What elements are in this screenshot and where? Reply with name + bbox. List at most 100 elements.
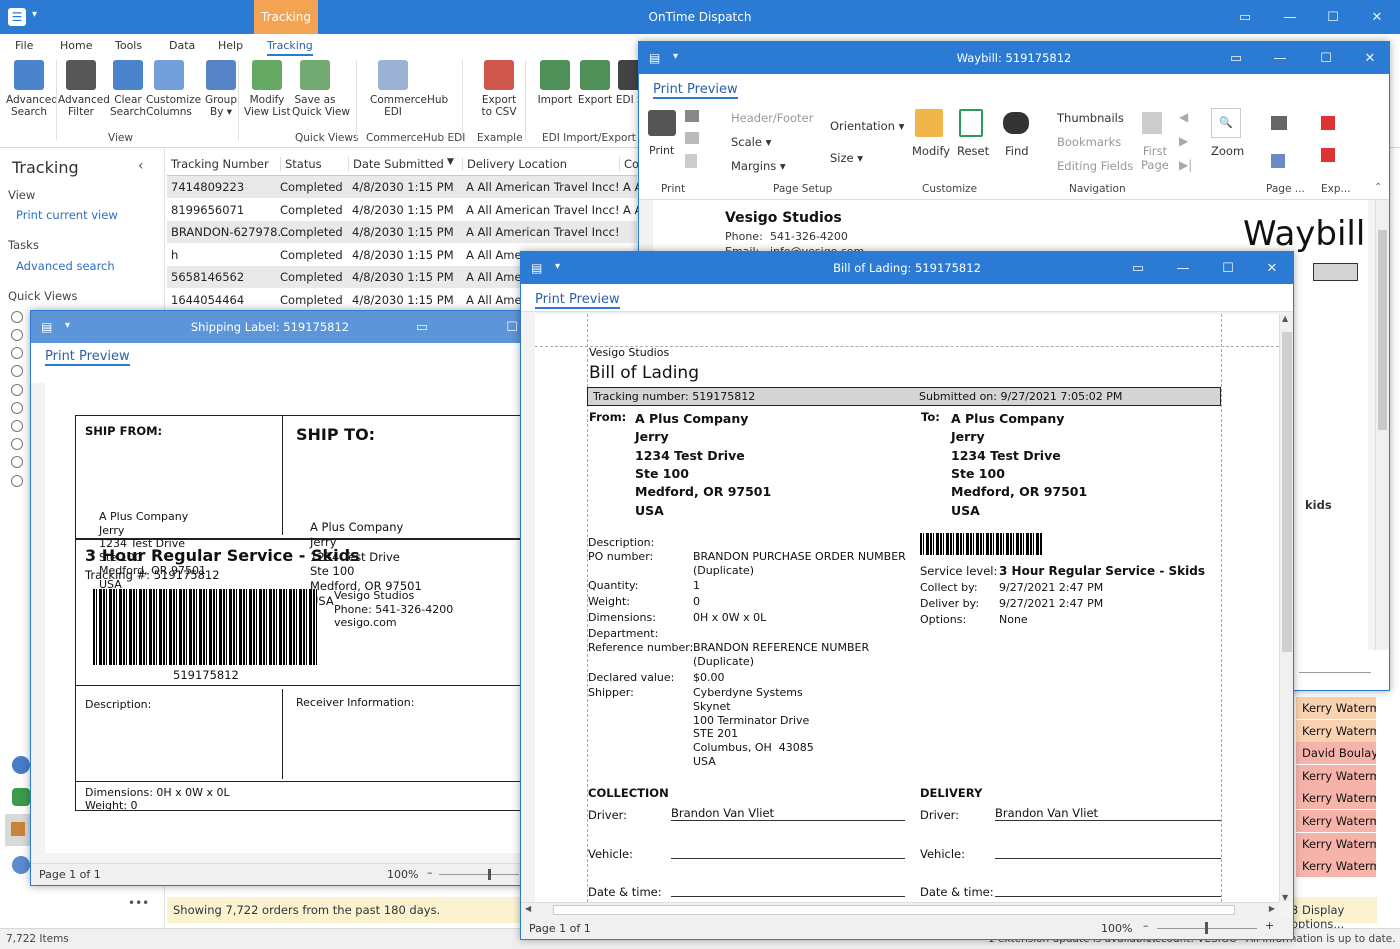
page-setup-icon[interactable] (685, 132, 699, 144)
col-date-submitted[interactable]: Date Submitted (348, 157, 444, 171)
col-company[interactable]: Co (619, 157, 639, 171)
bill-of-lading-window[interactable]: ▤ ▾ Bill of Lading: 519175812 ▭ — ☐ ✕ Pr… (520, 251, 1294, 940)
prev-page-icon[interactable]: ◀ (1179, 110, 1188, 124)
bol-vscroll[interactable]: ▲ ▼ (1279, 314, 1293, 902)
print-button[interactable]: Print (649, 144, 674, 157)
restore-icon[interactable]: ▭ (1221, 42, 1251, 74)
nav-contacts-icon[interactable] (12, 756, 30, 774)
quick-view-radio[interactable] (11, 311, 23, 323)
list-item[interactable]: David Boulay (1296, 742, 1376, 765)
zoom-thumb[interactable] (488, 869, 491, 880)
menu-home[interactable]: Home (60, 39, 92, 52)
zoom-in-icon[interactable]: + (1265, 919, 1274, 932)
close-icon[interactable]: ✕ (1257, 252, 1287, 284)
export-file-icon[interactable] (1321, 148, 1335, 162)
bookmarks-button[interactable]: Bookmarks (1057, 135, 1121, 149)
quick-view-radio[interactable] (11, 365, 23, 377)
clear-search-button[interactable]: Clear Search (105, 60, 151, 118)
waybill-titlebar[interactable]: ▤ ▾ Waybill: 519175812 ▭ — ☐ ✕ (639, 42, 1389, 74)
reset-button[interactable]: Reset (957, 144, 989, 158)
more-options-icon[interactable]: ••• (128, 896, 149, 910)
label-titlebar[interactable]: ▤ ▾ Shipping Label: 519175812 ▭ ☐ (31, 311, 549, 343)
quick-view-radio[interactable] (11, 475, 23, 487)
restore-icon[interactable]: ▭ (407, 311, 437, 343)
minimize-icon[interactable]: — (1275, 0, 1305, 34)
find-icon[interactable] (1003, 112, 1029, 134)
editing-fields-button[interactable]: Editing Fields (1057, 159, 1133, 173)
next-page-icon[interactable]: ▶ (1179, 134, 1188, 148)
zoom-out-icon[interactable]: – (427, 866, 433, 879)
quick-view-radio[interactable] (11, 347, 23, 359)
table-row[interactable]: BRANDON-627978... Completed 4/8/2030 1:15 … (167, 221, 637, 244)
maximize-icon[interactable]: ☐ (1311, 42, 1341, 74)
first-page-icon[interactable] (1142, 112, 1162, 134)
waybill-vscroll[interactable] (1375, 200, 1389, 650)
collapse-ribbon-icon[interactable]: ⌃ (1374, 182, 1382, 193)
print-preview-tab[interactable]: Print Preview (535, 292, 620, 309)
adv-search-button[interactable]: Advanced Search (6, 60, 58, 118)
zoom-button[interactable]: Zoom (1211, 144, 1244, 158)
col-delivery-location[interactable]: Delivery Location (462, 157, 567, 171)
close-icon[interactable]: ✕ (1362, 0, 1392, 34)
clipboard-icon[interactable] (685, 154, 697, 168)
maximize-icon[interactable]: ☐ (1318, 0, 1348, 34)
nav-dispatch-icon[interactable] (12, 788, 30, 806)
modify-icon[interactable] (915, 109, 943, 137)
menu-help[interactable]: Help (218, 39, 243, 52)
orientation-button[interactable]: Orientation ▾ (830, 119, 904, 133)
list-item[interactable]: Kerry Waterma (1296, 719, 1376, 742)
adv-filter-button[interactable]: Advanced Filter (58, 60, 110, 118)
page-nav-icon[interactable] (1271, 116, 1287, 130)
maximize-icon[interactable]: ☐ (1213, 252, 1243, 284)
page-view-icon[interactable] (1271, 154, 1285, 168)
scale-button[interactable]: Scale ▾ (731, 135, 771, 149)
sort-desc-icon[interactable]: ▼ (447, 157, 454, 167)
collapse-chevron-icon[interactable]: ‹ (138, 158, 144, 174)
nav-users-icon[interactable] (12, 856, 30, 874)
list-item[interactable]: Kerry Waterma (1296, 787, 1376, 810)
quick-view-radio[interactable] (11, 402, 23, 414)
quick-view-radio[interactable] (11, 438, 23, 450)
save-quick-views-button[interactable]: Save as Quick View (292, 60, 350, 118)
close-icon[interactable]: ✕ (1355, 42, 1385, 74)
margins-button[interactable]: Margins ▾ (731, 159, 786, 173)
zoom-thumb[interactable] (1205, 922, 1208, 934)
col-status[interactable]: Status (280, 157, 322, 171)
bol-hscroll[interactable]: ◀ ▶ (521, 902, 1279, 916)
list-item[interactable]: Kerry Waterma (1296, 697, 1376, 719)
first-page-button[interactable]: First Page (1141, 144, 1169, 172)
modify-button[interactable]: Modify (912, 144, 950, 158)
minimize-icon[interactable]: — (1265, 42, 1295, 74)
commercehub-edi-button[interactable]: CommerceHub EDI (370, 60, 448, 118)
restore-icon[interactable]: ▭ (1123, 252, 1153, 284)
thumbnails-button[interactable]: Thumbnails (1057, 111, 1124, 125)
quick-view-radio[interactable] (11, 456, 23, 468)
zoom-icon[interactable]: 🔍 (1211, 108, 1241, 138)
minimize-icon[interactable]: — (1168, 252, 1198, 284)
list-item[interactable]: Kerry Waterma (1296, 832, 1376, 855)
quick-view-radio[interactable] (11, 329, 23, 341)
list-item[interactable]: Kerry Waterma (1296, 764, 1376, 787)
waybill-zoom-track[interactable] (1299, 672, 1371, 684)
reset-icon[interactable] (959, 109, 983, 137)
nav-tracking-icon[interactable] (5, 814, 31, 846)
table-row[interactable]: 8199656071 Completed 4/8/2030 1:15 PM A All… (167, 198, 642, 221)
col-tracking-number[interactable]: Tracking Number (171, 157, 269, 171)
print-preview-tab[interactable]: Print Preview (653, 82, 738, 99)
list-item[interactable]: Kerry Waterma (1296, 810, 1376, 832)
print-current-view-link[interactable]: Print current view (16, 208, 118, 222)
display-options-link[interactable]: 3 Display options... (1291, 903, 1377, 931)
modify-view-list-button[interactable]: Modify View List (244, 60, 291, 118)
find-button[interactable]: Find (1005, 144, 1029, 158)
advanced-search-link[interactable]: Advanced search (16, 259, 115, 273)
customize-columns-button[interactable]: Customize Columns (146, 60, 201, 118)
label-zoom-slider[interactable] (439, 874, 519, 875)
quick-print-icon[interactable] (685, 110, 699, 122)
print-preview-tab[interactable]: Print Preview (45, 349, 130, 366)
header-footer-button[interactable]: Header/Footer (731, 111, 813, 125)
quick-view-radio[interactable] (11, 420, 23, 432)
shipping-label-window[interactable]: ▤ ▾ Shipping Label: 519175812 ▭ ☐ Print … (30, 310, 550, 886)
export-pdf-icon[interactable] (1321, 116, 1335, 130)
list-item[interactable]: Kerry Waterma (1296, 855, 1376, 878)
zoom-out-icon[interactable]: – (1143, 919, 1149, 932)
